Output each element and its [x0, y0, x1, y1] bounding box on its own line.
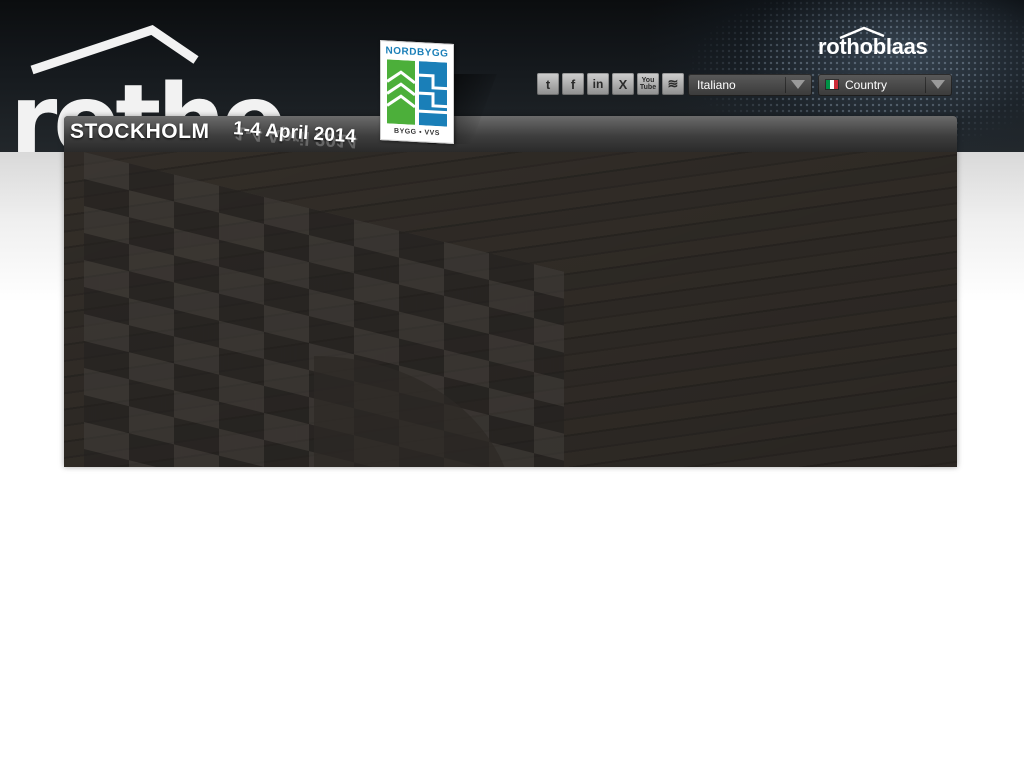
social-links: t f in X You Tube ≋	[537, 73, 684, 95]
divider	[785, 77, 786, 93]
nordbygg-badge[interactable]: NORDBYGG BYGG • VVS	[380, 40, 454, 144]
badge-title: NORDBYGG	[385, 45, 449, 60]
rothoblaas-logo[interactable]: rothoblaas	[818, 26, 958, 60]
country-select-value: Country	[845, 78, 888, 92]
facebook-icon[interactable]: f	[562, 73, 584, 95]
country-select[interactable]: Country	[818, 74, 952, 96]
rss-icon[interactable]: ≋	[662, 73, 684, 95]
youtube-icon[interactable]: You Tube	[637, 73, 659, 95]
linkedin-icon[interactable]: in	[587, 73, 609, 95]
chevron-down-icon	[791, 80, 805, 89]
twitter-icon[interactable]: t	[537, 73, 559, 95]
hero-panel	[64, 116, 957, 467]
badge-subtitle: BYGG • VVS	[394, 127, 440, 138]
rothoblaas-wordmark: rothoblaas	[818, 34, 928, 59]
italy-flag-icon	[826, 80, 838, 89]
chevron-down-icon	[931, 80, 945, 89]
language-select-value: Italiano	[697, 78, 736, 92]
nordbygg-emblem-icon	[387, 59, 447, 127]
language-select[interactable]: Italiano	[688, 74, 812, 96]
divider	[925, 77, 926, 93]
event-city: STOCKHOLM	[70, 120, 210, 143]
hero-overlay	[64, 152, 957, 467]
xing-icon[interactable]: X	[612, 73, 634, 95]
